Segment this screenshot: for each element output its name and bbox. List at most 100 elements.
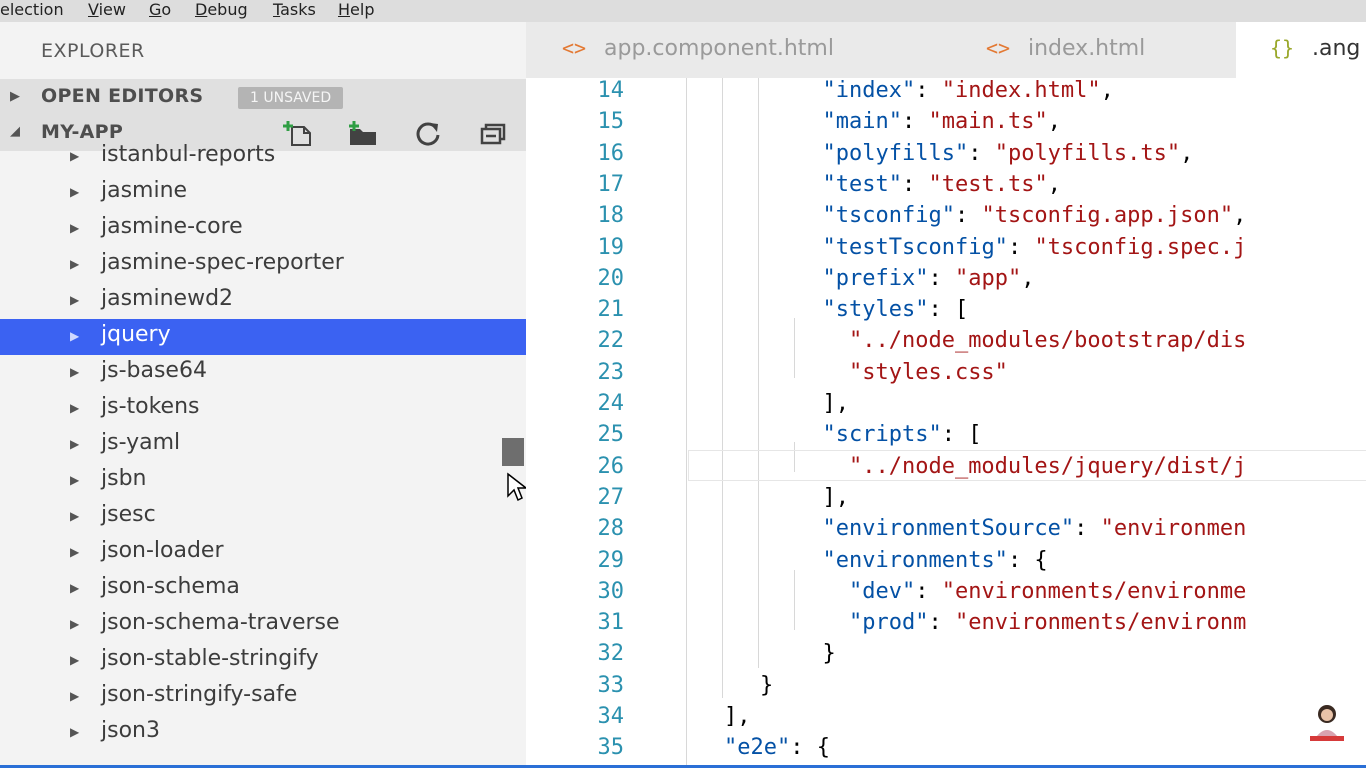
line-number: 15 — [597, 109, 625, 135]
json-file-icon: {} — [1270, 36, 1295, 60]
menu-item[interactable]: Help — [338, 0, 374, 22]
code-line: 31 "prod": "environments/environm — [526, 610, 1366, 641]
menu-item[interactable]: election — [0, 0, 64, 22]
tree-item-label: jquery — [101, 322, 171, 347]
tree-item-folder[interactable]: ▶ js-yaml — [0, 427, 526, 463]
code-line: 18 "tsconfig": "tsconfig.app.json", — [526, 203, 1366, 234]
line-number: 20 — [597, 265, 625, 291]
tree-item-label: json-schema-traverse — [101, 610, 340, 635]
line-number: 18 — [597, 203, 625, 229]
code-line: 25 "scripts": [ — [526, 422, 1366, 453]
chevron-right-icon: ▶ — [70, 653, 80, 667]
line-number: 16 — [597, 140, 625, 166]
menu-item[interactable]: Tasks — [273, 0, 316, 22]
code-text: "prod": "environments/environm — [848, 610, 1247, 636]
explorer-title: EXPLORER — [41, 40, 145, 62]
tree-item-folder[interactable]: ▶ json-loader — [0, 535, 526, 571]
line-number: 14 — [597, 78, 625, 103]
tree-item-folder[interactable]: ▶ jasmine — [0, 175, 526, 211]
line-number: 31 — [597, 610, 625, 636]
tree-item-folder[interactable]: ▶ js-base64 — [0, 355, 526, 391]
code-text: ], — [796, 484, 849, 510]
code-text: "testTsconfig": "tsconfig.spec.j — [822, 234, 1247, 260]
tree-item-folder[interactable]: ▶ jsbn — [0, 463, 526, 499]
tree-item-folder[interactable]: ▶ jasmine-spec-reporter — [0, 247, 526, 283]
tab-angular-cli-json[interactable]: {} .ang — [1236, 22, 1366, 78]
line-number: 21 — [597, 297, 625, 323]
tree-item-folder[interactable]: ▶ json-schema-traverse — [0, 607, 526, 643]
chevron-right-icon: ▶ — [70, 545, 80, 559]
tab-app-component-html[interactable]: <> app.component.html — [526, 22, 946, 78]
chevron-right-icon: ▶ — [70, 473, 80, 487]
tree-item-folder[interactable]: ▶ json-schema — [0, 571, 526, 607]
code-line: 22 "../node_modules/bootstrap/dis — [526, 328, 1366, 359]
chevron-right-icon: ▶ — [70, 581, 80, 595]
code-line: 30 "dev": "environments/environme — [526, 579, 1366, 610]
chevron-right-icon: ▶ — [70, 617, 80, 631]
tree-item-label: js-yaml — [101, 430, 181, 455]
code-text: "styles.css" — [848, 359, 1008, 385]
tree-item-label: jasmine-spec-reporter — [101, 250, 344, 275]
tree-item-folder[interactable]: ▶ istanbul-reports — [0, 139, 526, 175]
tree-item-label: jasminewd2 — [101, 286, 234, 311]
tree-item-folder[interactable]: ▶ json3 — [0, 715, 526, 751]
code-text: } — [796, 641, 836, 667]
tree-item-label: istanbul-reports — [101, 142, 276, 167]
chevron-right-icon: ▶ — [70, 293, 80, 307]
code-line: 14 "index": "index.html", — [526, 78, 1366, 109]
line-number: 29 — [597, 547, 625, 573]
chevron-down-icon: ◢ — [10, 124, 20, 139]
chevron-right-icon: ▶ — [70, 437, 80, 451]
tree-item-label: json-stringify-safe — [101, 682, 298, 707]
code-line: 21 "styles": [ — [526, 297, 1366, 328]
chevron-right-icon: ▶ — [70, 221, 80, 235]
menu-mnemonic: D — [195, 0, 208, 19]
tree-item-folder[interactable]: ▶ json-stringify-safe — [0, 679, 526, 715]
tree-item-folder[interactable]: ▶ json-stable-stringify — [0, 643, 526, 679]
menu-mnemonic: V — [88, 0, 99, 19]
line-number: 23 — [597, 359, 625, 385]
code-line: 26 "../node_modules/jquery/dist/j — [526, 454, 1366, 485]
open-editors-label: OPEN EDITORS — [41, 85, 204, 107]
tree-item-label: json-loader — [101, 538, 224, 563]
code-text: "polyfills": "polyfills.ts", — [822, 140, 1194, 166]
line-number: 19 — [597, 234, 625, 260]
channel-avatar-icon — [1310, 705, 1344, 741]
tree-item-folder[interactable]: ▶ jasminewd2 — [0, 283, 526, 319]
code-line: 15 "main": "main.ts", — [526, 109, 1366, 140]
tab-label: app.component.html — [604, 36, 834, 61]
scrollbar-thumb[interactable] — [502, 438, 524, 466]
chevron-right-icon: ▶ — [70, 257, 80, 271]
tree-item-folder[interactable]: ▶ jquery — [0, 319, 526, 355]
code-text: "styles": [ — [822, 297, 969, 323]
tree-item-label: jasmine-core — [101, 214, 243, 239]
tab-index-html[interactable]: <> index.html — [946, 22, 1236, 78]
code-line: 17 "test": "test.ts", — [526, 172, 1366, 203]
chevron-right-icon: ▶ — [70, 329, 80, 343]
line-number: 25 — [597, 422, 625, 448]
tree-item-folder[interactable]: ▶ jsesc — [0, 499, 526, 535]
tab-label: index.html — [1028, 36, 1146, 61]
menu-item[interactable]: Go — [149, 0, 171, 22]
menu-label-part: iew — [98, 0, 126, 19]
tree-item-folder[interactable]: ▶ jasmine-core — [0, 211, 526, 247]
menu-label-part: ebug — [207, 0, 248, 19]
code-line: 16 "polyfills": "polyfills.ts", — [526, 141, 1366, 172]
tree-item-label: jsesc — [101, 502, 156, 527]
code-line: 29 "environments": { — [526, 548, 1366, 579]
tree-item-label: js-tokens — [101, 394, 200, 419]
code-line: 24 ], — [526, 391, 1366, 422]
mouse-cursor-icon — [507, 472, 526, 502]
menu-label-part: o — [161, 0, 172, 19]
code-editor[interactable]: 14 "index": "index.html", 15 "main": "mai… — [526, 78, 1366, 768]
menu-item[interactable]: Debug — [195, 0, 248, 22]
tree-item-folder[interactable]: ▶ js-tokens — [0, 391, 526, 427]
chevron-right-icon: ▶ — [70, 689, 80, 703]
menu-item[interactable]: View — [88, 0, 126, 22]
editor-tab-bar: <> app.component.html <> index.html {} .… — [526, 22, 1366, 78]
open-editors-header[interactable]: ▶ OPEN EDITORS 1 UNSAVED — [0, 79, 526, 115]
code-text: "test": "test.ts", — [822, 171, 1061, 197]
code-line: 28 "environmentSource": "environmen — [526, 516, 1366, 547]
html-file-icon: <> — [562, 36, 587, 60]
tree-item-label: json3 — [101, 718, 160, 743]
